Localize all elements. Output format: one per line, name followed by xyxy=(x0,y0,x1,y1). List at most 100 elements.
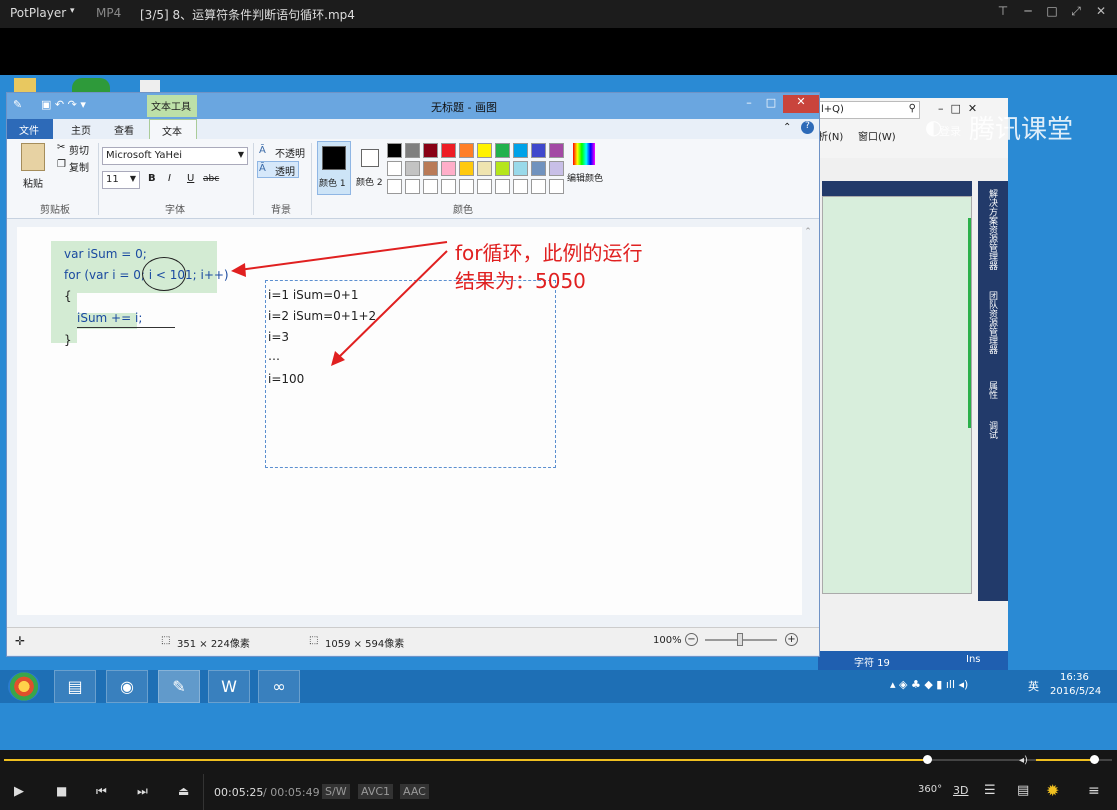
volume-thumb[interactable] xyxy=(1089,755,1099,764)
close-button[interactable]: ✕ xyxy=(783,95,819,113)
pin-icon[interactable]: ⊤ xyxy=(993,4,1013,22)
copy-button[interactable]: 复制 xyxy=(69,159,89,174)
paint-icon[interactable]: ✎ xyxy=(13,98,22,111)
vs-editor-pane[interactable] xyxy=(822,196,972,594)
palette-swatch[interactable] xyxy=(459,179,474,194)
explorer-icon[interactable]: ▤ xyxy=(54,670,96,703)
palette-swatch[interactable] xyxy=(495,143,510,158)
chevron-down-icon[interactable]: ▾ xyxy=(70,6,75,16)
zoom-out-button[interactable]: − xyxy=(685,633,698,646)
cut-button[interactable]: 剪切 xyxy=(69,142,89,157)
palette-swatch[interactable] xyxy=(477,143,492,158)
palette-swatch[interactable] xyxy=(387,161,402,176)
palette-swatch[interactable] xyxy=(459,143,474,158)
video-area[interactable]: l+Q) ⚲ 析(N) 窗口(W) – □ ✕ 解决方案资源管理器 团队资源管理… xyxy=(0,28,1117,750)
palette-swatch[interactable] xyxy=(423,143,438,158)
previous-button[interactable]: ⏮ xyxy=(96,784,107,799)
settings-gear-icon[interactable]: ✹ xyxy=(1046,781,1059,800)
palette-swatch[interactable] xyxy=(513,161,528,176)
color2-button[interactable]: 颜色 2 xyxy=(355,141,389,195)
palette-swatch[interactable] xyxy=(549,179,564,194)
palette-swatch[interactable] xyxy=(459,161,474,176)
seek-bar-thumb[interactable] xyxy=(922,755,932,764)
clock-date[interactable]: 2016/5/24 xyxy=(1050,686,1101,697)
paste-button[interactable]: 粘贴 xyxy=(23,175,43,190)
visual-studio-icon[interactable]: ∞ xyxy=(258,670,300,703)
palette-swatch[interactable] xyxy=(477,179,492,194)
bold-button[interactable]: B xyxy=(148,173,156,184)
vr-360-button[interactable]: 360° xyxy=(918,784,942,795)
vs-side-tab[interactable]: 调试 xyxy=(986,421,999,439)
tab-text[interactable]: 文本 xyxy=(149,119,197,139)
palette-swatch[interactable] xyxy=(441,143,456,158)
palette-swatch[interactable] xyxy=(405,179,420,194)
palette-swatch[interactable] xyxy=(513,143,528,158)
strikethrough-button[interactable]: abc xyxy=(203,174,219,184)
volume-icon[interactable]: ◂) xyxy=(1019,755,1028,766)
palette-swatch[interactable] xyxy=(387,143,402,158)
palette-swatch[interactable] xyxy=(441,179,456,194)
paste-icon[interactable] xyxy=(21,143,45,171)
playlist-icon[interactable]: ▤ xyxy=(1017,783,1029,798)
stop-button[interactable]: ■ xyxy=(56,784,67,798)
palette-swatch[interactable] xyxy=(423,161,438,176)
horizontal-scrollbar[interactable] xyxy=(7,615,807,627)
tab-home[interactable]: 主页 xyxy=(71,122,91,137)
palette-swatch[interactable] xyxy=(549,161,564,176)
transparent-button[interactable]: 透明 xyxy=(275,163,295,178)
app-name[interactable]: PotPlayer xyxy=(10,6,66,20)
help-icon[interactable]: ? xyxy=(801,121,814,134)
zoom-in-button[interactable]: + xyxy=(785,633,798,646)
palette-swatch[interactable] xyxy=(387,179,402,194)
eject-button[interactable]: ⏏ xyxy=(178,784,189,798)
palette-swatch[interactable] xyxy=(441,161,456,176)
next-button[interactable]: ⏭ xyxy=(137,784,148,799)
vertical-scrollbar[interactable]: ⌃ xyxy=(802,227,814,615)
font-size-select[interactable]: 11 ▼ xyxy=(102,171,140,189)
fullscreen-button[interactable]: ⤢ xyxy=(1066,4,1086,22)
italic-button[interactable]: I xyxy=(168,173,171,184)
palette-swatch[interactable] xyxy=(405,143,420,158)
video-codec-badge[interactable]: AVC1 xyxy=(358,784,394,799)
edit-colors-icon[interactable] xyxy=(573,143,595,165)
palette-swatch[interactable] xyxy=(531,179,546,194)
ime-indicator[interactable]: 英 xyxy=(1028,678,1039,694)
volume-slider[interactable] xyxy=(1036,755,1108,764)
palette-swatch[interactable] xyxy=(531,161,546,176)
filter-search-icon[interactable]: ☰ xyxy=(984,783,996,798)
word-icon[interactable]: W xyxy=(208,670,250,703)
palette-swatch[interactable] xyxy=(495,179,510,194)
play-button[interactable]: ▶ xyxy=(14,784,24,799)
drawing-canvas[interactable]: var iSum = 0; for (var i = 0; i < 101; i… xyxy=(17,227,804,615)
chevron-up-icon[interactable]: ⌃ xyxy=(783,122,791,133)
seek-bar[interactable] xyxy=(4,755,1112,764)
audio-codec-badge[interactable]: AAC xyxy=(400,784,429,799)
palette-swatch[interactable] xyxy=(513,179,528,194)
vs-menu-window[interactable]: 窗口(W) xyxy=(858,128,896,143)
opaque-button[interactable]: 不透明 xyxy=(275,145,305,160)
minimize-button[interactable]: – xyxy=(739,96,759,114)
vs-side-tab[interactable]: 团队资源管理器 xyxy=(986,291,999,354)
vs-search-input[interactable]: l+Q) ⚲ xyxy=(818,101,920,119)
font-family-select[interactable]: Microsoft YaHei ▼ xyxy=(102,147,248,165)
clock-time[interactable]: 16:36 xyxy=(1060,672,1089,683)
palette-swatch[interactable] xyxy=(549,143,564,158)
minimize-button[interactable]: ─ xyxy=(1018,4,1038,22)
vs-side-tab[interactable]: 属性 xyxy=(986,381,999,399)
zoom-slider-thumb[interactable] xyxy=(737,633,743,646)
palette-swatch[interactable] xyxy=(477,161,492,176)
tray-icons[interactable]: ▴ ◈ ♣ ◆ ▮ ıll ◂) xyxy=(890,678,968,691)
sw-badge[interactable]: S/W xyxy=(322,784,350,799)
palette-swatch[interactable] xyxy=(495,161,510,176)
maximize-button[interactable]: □ xyxy=(761,96,781,114)
paint-taskbar-icon[interactable]: ✎ xyxy=(158,670,200,703)
maximize-button[interactable]: □ xyxy=(1042,4,1062,22)
3d-button[interactable]: 3D xyxy=(953,784,968,797)
color1-button[interactable]: 颜色 1 xyxy=(317,141,351,195)
start-button[interactable] xyxy=(8,672,40,701)
palette-swatch[interactable] xyxy=(423,179,438,194)
underline-button[interactable]: U xyxy=(187,173,194,184)
quick-access-icons[interactable]: ▣ ↶ ↷ ▾ xyxy=(41,98,86,111)
close-button[interactable]: ✕ xyxy=(1091,4,1111,22)
vs-menu-analyze[interactable]: 析(N) xyxy=(818,128,843,143)
